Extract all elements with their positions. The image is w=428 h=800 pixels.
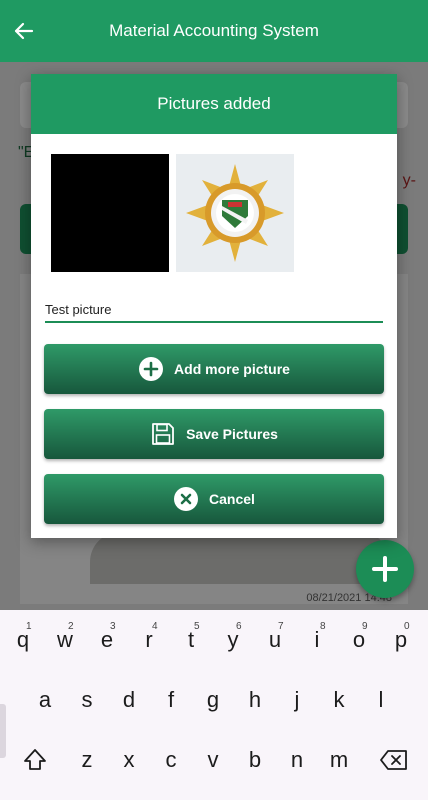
- add-fab-button[interactable]: [356, 540, 414, 598]
- key-a[interactable]: a: [26, 678, 64, 722]
- key-h[interactable]: h: [236, 678, 274, 722]
- backspace-icon: [380, 750, 407, 770]
- key-hint: 0: [404, 621, 410, 632]
- key-m[interactable]: m: [320, 738, 358, 782]
- key-l[interactable]: l: [362, 678, 400, 722]
- shift-arrow-icon: [24, 749, 46, 770]
- picture-caption-input[interactable]: [45, 297, 383, 323]
- add-more-picture-label: Add more picture: [174, 361, 290, 377]
- background-photo: [90, 532, 390, 584]
- key-b[interactable]: b: [236, 738, 274, 782]
- key-hint: 3: [110, 621, 116, 632]
- key-z[interactable]: z: [68, 738, 106, 782]
- key-c[interactable]: c: [152, 738, 190, 782]
- app-bar: Material Accounting System: [0, 0, 428, 62]
- add-circle-icon: [139, 357, 164, 381]
- picture-thumbnail-emblem[interactable]: [176, 154, 294, 272]
- save-floppy-icon: [152, 423, 174, 445]
- key-j[interactable]: j: [278, 678, 316, 722]
- key-hint: 7: [278, 621, 284, 632]
- key-hint: 8: [320, 621, 326, 632]
- shift-key[interactable]: [16, 738, 54, 782]
- backspace-key[interactable]: [374, 738, 414, 782]
- key-r[interactable]: r4: [130, 618, 168, 662]
- app-title: Material Accounting System: [109, 21, 319, 40]
- key-t[interactable]: t5: [172, 618, 210, 662]
- plus-icon: [372, 556, 398, 582]
- key-k[interactable]: k: [320, 678, 358, 722]
- key-e[interactable]: e3: [88, 618, 126, 662]
- dialog-title: Pictures added: [31, 74, 397, 134]
- cancel-circle-icon: [174, 487, 199, 511]
- key-x[interactable]: x: [110, 738, 148, 782]
- key-w[interactable]: w2: [46, 618, 84, 662]
- background-quote-right: y-: [402, 172, 416, 189]
- key-hint: 1: [26, 621, 32, 632]
- key-label: i: [314, 627, 320, 652]
- key-o[interactable]: o9: [340, 618, 378, 662]
- key-i[interactable]: i8: [298, 618, 336, 662]
- key-hint: 9: [362, 621, 368, 632]
- edge-handle[interactable]: [0, 704, 6, 758]
- key-q[interactable]: q1: [4, 618, 42, 662]
- emblem-image: [176, 154, 294, 272]
- key-hint: 6: [236, 621, 242, 632]
- cancel-label: Cancel: [209, 491, 255, 507]
- key-u[interactable]: u7: [256, 618, 294, 662]
- cancel-button[interactable]: Cancel: [44, 474, 384, 524]
- soft-keyboard: q1w2e3r4t5y6u7i8o9p0 asdfghjkl zxcvbnm: [0, 610, 428, 800]
- key-f[interactable]: f: [152, 678, 190, 722]
- key-v[interactable]: v: [194, 738, 232, 782]
- key-y[interactable]: y6: [214, 618, 252, 662]
- key-hint: 2: [68, 621, 74, 632]
- key-hint: 5: [194, 621, 200, 632]
- key-d[interactable]: d: [110, 678, 148, 722]
- back-arrow-icon[interactable]: [10, 17, 38, 45]
- key-p[interactable]: p0: [382, 618, 420, 662]
- pictures-dialog: Pictures added Add more picture Save Pic…: [31, 74, 397, 538]
- add-more-picture-button[interactable]: Add more picture: [44, 344, 384, 394]
- key-hint: 4: [152, 621, 158, 632]
- key-g[interactable]: g: [194, 678, 232, 722]
- picture-thumbnail-black[interactable]: [51, 154, 169, 272]
- save-pictures-button[interactable]: Save Pictures: [44, 409, 384, 459]
- save-pictures-label: Save Pictures: [186, 426, 278, 442]
- key-s[interactable]: s: [68, 678, 106, 722]
- key-n[interactable]: n: [278, 738, 316, 782]
